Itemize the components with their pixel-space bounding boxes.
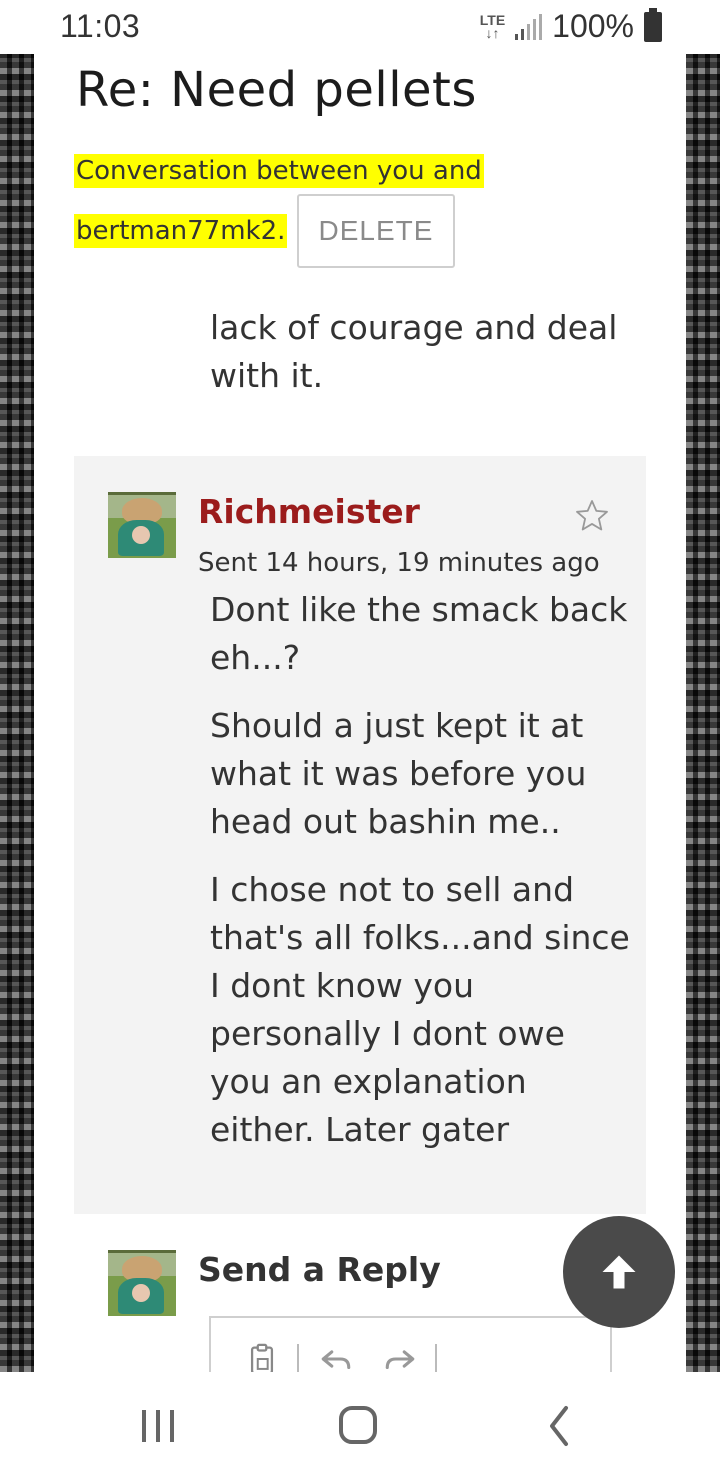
message-paragraph: I chose not to sell and that's all folks… [210,870,630,1149]
reply-editor[interactable] [209,1316,612,1372]
toolbar-divider [435,1344,437,1372]
avatar[interactable] [108,492,176,558]
recent-apps-icon[interactable] [128,1402,188,1450]
conversation-participants-line1: Conversation between you and [74,154,484,188]
lte-icon: LTE ↓↑ [479,11,506,41]
message-paragraph: Should a just kept it at what it was bef… [210,706,587,841]
page-title: Re: Need pellets [76,62,477,118]
background-pattern-right [686,54,720,1372]
redo-icon[interactable] [381,1342,419,1372]
sender-name[interactable]: Richmeister [198,492,420,531]
undo-icon[interactable] [317,1342,355,1372]
previous-message-text: lack of courage and deal with it. [210,308,618,395]
battery-icon [644,7,662,42]
background-pattern-left [0,54,34,1372]
message-body: Dont like the smack back eh...? Should a… [210,586,630,1174]
toolbar-divider [297,1344,299,1372]
home-icon[interactable] [328,1402,388,1450]
message-paragraph: Dont like the smack back eh...? [210,590,628,677]
scroll-to-top-button[interactable] [563,1216,675,1328]
star-icon[interactable] [574,498,610,534]
system-navigation-bar [0,1372,720,1480]
status-time: 11:03 [60,8,141,44]
conversation-page[interactable]: Re: Need pellets Conversation between yo… [34,54,686,1372]
network-label: LTE [479,11,506,28]
message-card: Richmeister Sent 14 hours, 19 minutes ag… [74,456,646,1214]
back-icon[interactable] [530,1402,590,1450]
status-bar: 11:03 LTE ↓↑ 100% [0,0,720,54]
conversation-participants-line2[interactable]: bertman77mk2. [74,214,288,248]
paste-icon[interactable] [245,1342,279,1372]
delete-button[interactable]: DELETE [297,194,455,268]
reply-avatar [108,1250,176,1316]
reply-heading: Send a Reply [198,1250,441,1289]
arrow-up-icon [602,1255,636,1289]
battery-percent: 100% [552,8,634,44]
status-indicators: LTE ↓↑ 100% [479,7,662,45]
sent-timestamp: Sent 14 hours, 19 minutes ago [198,548,600,578]
signal-icon [515,13,543,40]
